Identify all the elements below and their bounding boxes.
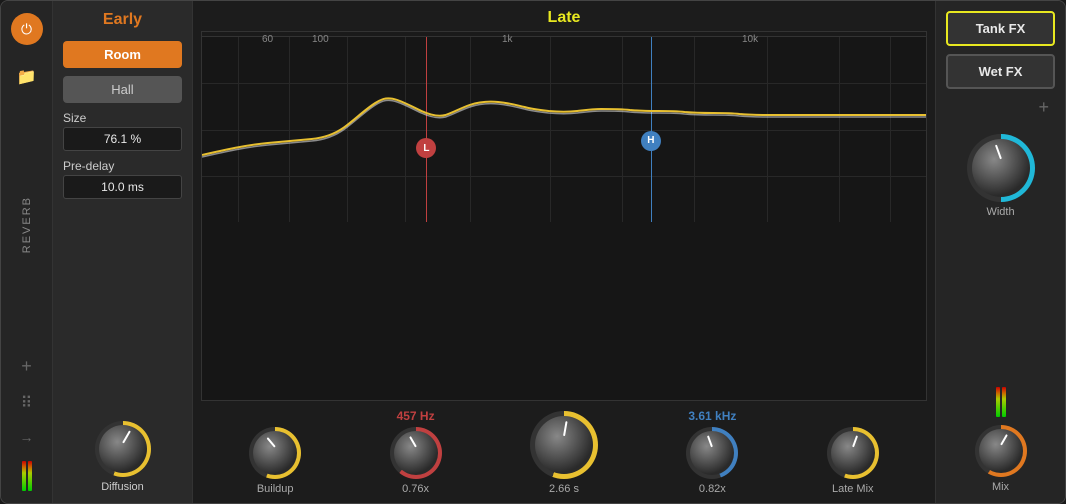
hall-button[interactable]: Hall (63, 76, 182, 103)
width-label: Width (986, 206, 1014, 218)
width-knob-group: Width (967, 134, 1035, 218)
diffusion-knob-container: Diffusion (63, 421, 182, 493)
late-panel: Late 60 100 1k 10k (193, 1, 935, 503)
low-freq-knob[interactable] (390, 427, 442, 479)
folder-icon: 📁 (17, 67, 37, 87)
low-q-label: 0.76x (402, 483, 429, 495)
eq-curve-svg (202, 37, 926, 222)
low-filter-label: L (423, 143, 429, 154)
high-filter-label: H (647, 135, 654, 146)
add-right-button[interactable]: + (1038, 97, 1049, 118)
vu-meter-right (996, 387, 1006, 417)
mix-knob[interactable] (975, 425, 1027, 477)
width-knob[interactable] (967, 134, 1035, 202)
early-panel: Early Room Hall Size 76.1 % Pre-delay 10… (53, 1, 193, 503)
early-title: Early (63, 11, 182, 29)
high-freq-group: 3.61 kHz 0.82x (686, 409, 738, 495)
vu-bar-r2 (1002, 387, 1006, 417)
right-panel: Tank FX Wet FX + Width M (935, 1, 1065, 503)
late-mix-group: Late Mix (827, 427, 879, 495)
power-icon: ⏻ (21, 21, 32, 38)
plugin-container: ⏻ 📁 REVERB + ⠿ → Early Room Hall Size 76… (0, 0, 1066, 504)
predelay-section: Pre-delay 10.0 ms (63, 159, 182, 199)
low-freq-group: 457 Hz 0.76x (390, 409, 442, 495)
low-freq-display: 457 Hz (397, 409, 435, 423)
buildup-knob[interactable] (249, 427, 301, 479)
diffusion-label: Diffusion (101, 481, 144, 493)
size-label: Size (63, 111, 182, 125)
decay-label: 2.66 s (549, 483, 579, 495)
reverb-label: REVERB (21, 196, 33, 253)
high-freq-display: 3.61 kHz (688, 409, 736, 423)
eq-canvas: L H (202, 37, 926, 222)
decay-knob[interactable] (530, 411, 598, 479)
decay-group: 2.66 s (530, 411, 598, 495)
buildup-group: Buildup (249, 427, 301, 495)
high-q-label: 0.82x (699, 483, 726, 495)
vu-bar-1 (22, 461, 26, 491)
vu-meter-left (22, 461, 32, 491)
late-title: Late (193, 1, 935, 31)
high-freq-knob[interactable] (686, 427, 738, 479)
buildup-label: Buildup (257, 483, 294, 495)
dots-button[interactable]: ⠿ (21, 393, 33, 413)
folder-button[interactable]: 📁 (11, 61, 43, 93)
size-value[interactable]: 76.1 % (63, 127, 182, 151)
plus-right-container: + (946, 97, 1055, 118)
power-button[interactable]: ⏻ (11, 13, 43, 45)
eq-display: 60 100 1k 10k (201, 31, 927, 401)
wet-fx-button[interactable]: Wet FX (946, 54, 1055, 89)
high-filter-handle[interactable]: H (641, 131, 661, 151)
late-mix-knob[interactable] (827, 427, 879, 479)
mix-label: Mix (992, 481, 1009, 493)
tank-fx-button[interactable]: Tank FX (946, 11, 1055, 46)
vu-bar-2 (28, 461, 32, 491)
predelay-value[interactable]: 10.0 ms (63, 175, 182, 199)
left-sidebar: ⏻ 📁 REVERB + ⠿ → (1, 1, 53, 503)
diffusion-knob[interactable] (95, 421, 151, 477)
room-button[interactable]: Room (63, 41, 182, 68)
size-section: Size 76.1 % (63, 111, 182, 151)
late-mix-label: Late Mix (832, 483, 874, 495)
vu-bar-r1 (996, 387, 1000, 417)
low-filter-handle[interactable]: L (416, 138, 436, 158)
predelay-label: Pre-delay (63, 159, 182, 173)
arrow-button[interactable]: → (20, 429, 34, 445)
add-left-button[interactable]: + (21, 356, 32, 377)
bottom-knobs-row: Buildup 457 Hz 0.76x 2.66 (193, 401, 935, 503)
mix-knob-group: Mix (975, 425, 1027, 493)
